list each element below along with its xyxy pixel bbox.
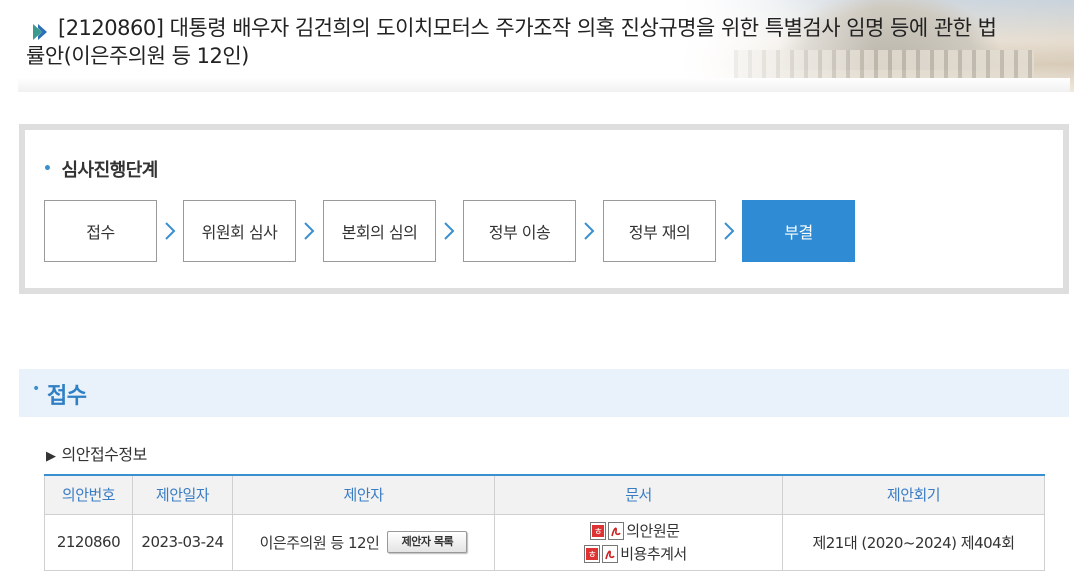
chevron-right-icon — [302, 220, 318, 242]
bullet-icon: • — [43, 161, 52, 177]
page-title: [2120860] 대통령 배우자 김건희의 도이치모터스 주가조작 의혹 진상… — [26, 14, 1068, 70]
review-stage-panel: • 심사진행단계 접수 위원회 심사 본회의 심의 정부 이송 정부 재의 부결 — [19, 124, 1069, 294]
proposer-text: 이은주의원 등 12인 — [259, 533, 380, 552]
pdf-file-icon[interactable] — [608, 521, 625, 540]
stage-step-rejected[interactable]: 부결 — [742, 200, 855, 262]
bill-title-line1: [2120860] 대통령 배우자 김건희의 도이치모터스 주가조작 의혹 진상… — [58, 16, 997, 40]
column-header-bill-no: 의안번호 — [44, 474, 133, 515]
reception-info-table: 의안번호 제안일자 제안자 문서 제안회기 2120860 2023-03-24… — [44, 474, 1045, 571]
stage-step-gov-transfer[interactable]: 정부 이송 — [463, 200, 576, 262]
column-header-proposer: 제안자 — [232, 474, 495, 515]
reception-section-header: • 접수 — [19, 369, 1069, 417]
column-header-documents: 문서 — [494, 474, 783, 515]
column-header-session: 제안회기 — [782, 474, 1045, 515]
cell-proposer: 이은주의원 등 12인 제안자 목록 — [232, 513, 495, 571]
stage-step-gov-reconsider[interactable]: 정부 재의 — [603, 200, 716, 262]
proposer-list-button[interactable]: 제안자 목록 — [387, 531, 468, 553]
bill-title-line2: 률안(이은주의원 등 12인) — [26, 44, 249, 68]
bullet-icon: • — [32, 381, 41, 397]
hwp-file-icon[interactable]: ㅎ — [584, 544, 601, 563]
document-original[interactable]: ㅎ 의안원문 — [590, 520, 680, 542]
chevron-right-icon — [722, 220, 738, 242]
triangle-right-icon: ▶ — [46, 449, 56, 464]
cell-documents: ㅎ 의안원문 ㅎ 비용추계서 — [494, 513, 783, 571]
cell-session: 제21대 (2020~2024) 제404회 — [782, 513, 1045, 571]
bill-arrow-icon — [30, 22, 50, 42]
cell-proposal-date: 2023-03-24 — [132, 513, 233, 571]
document-original-link[interactable]: 의안원문 — [626, 520, 680, 541]
reception-info-subheading: ▶ 의안접수정보 — [46, 445, 147, 464]
chevron-right-icon — [582, 220, 598, 242]
page-header: [2120860] 대통령 배우자 김건희의 도이치모터스 주가조작 의혹 진상… — [0, 0, 1074, 92]
chevron-right-icon — [442, 220, 458, 242]
stage-step-reception[interactable]: 접수 — [44, 200, 157, 262]
section-title: 접수 — [47, 384, 87, 409]
chevron-right-icon — [163, 220, 179, 242]
table-row: 2120860 2023-03-24 이은주의원 등 12인 제안자 목록 ㅎ … — [44, 513, 1045, 571]
column-header-proposal-date: 제안일자 — [132, 474, 233, 515]
svg-text:ㅎ: ㅎ — [594, 527, 603, 538]
stage-step-committee[interactable]: 위원회 심사 — [183, 200, 296, 262]
document-cost-estimate-link[interactable]: 비용추계서 — [620, 543, 687, 564]
cell-bill-no: 2120860 — [44, 513, 133, 571]
hwp-file-icon[interactable]: ㅎ — [590, 521, 607, 540]
table-header-row: 의안번호 제안일자 제안자 문서 제안회기 — [44, 474, 1045, 515]
pdf-file-icon[interactable] — [602, 544, 619, 563]
document-cost-estimate[interactable]: ㅎ 비용추계서 — [584, 543, 687, 565]
review-stage-heading: • 심사진행단계 — [43, 160, 158, 181]
svg-text:ㅎ: ㅎ — [588, 550, 597, 561]
stage-step-plenary[interactable]: 본회의 심의 — [323, 200, 436, 262]
